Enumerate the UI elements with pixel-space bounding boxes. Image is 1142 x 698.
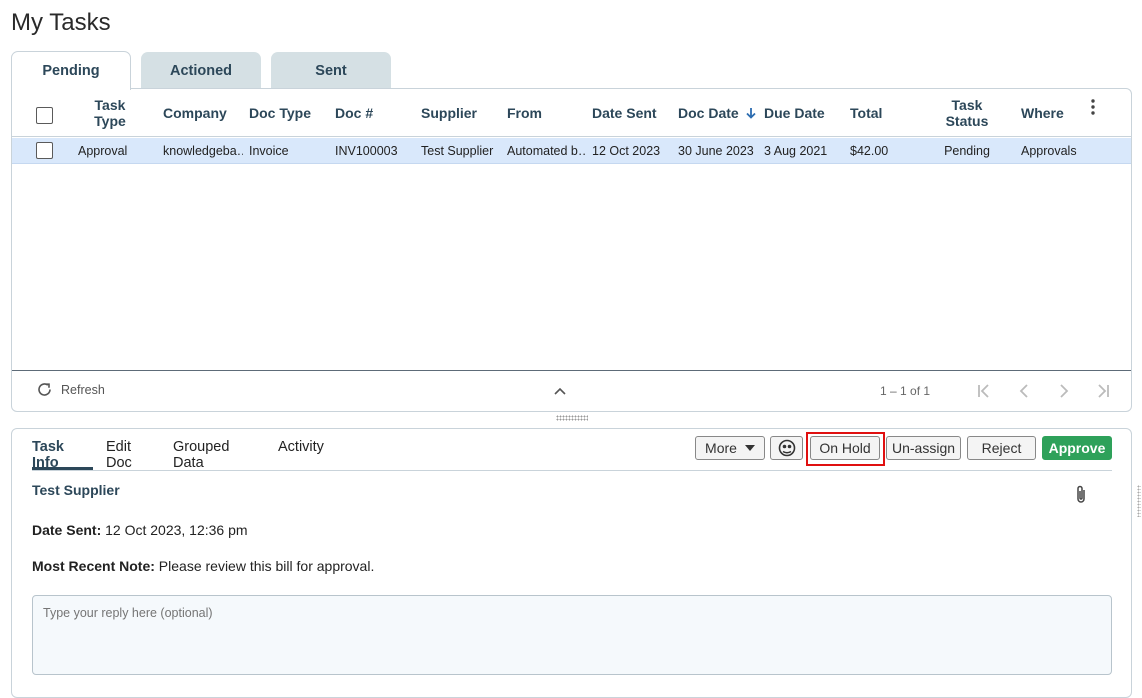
column-header-doc-num[interactable]: Doc # — [335, 89, 373, 137]
first-page-button[interactable] — [974, 381, 994, 401]
collapse-up-chevron-icon[interactable] — [553, 386, 567, 396]
next-page-button[interactable] — [1054, 381, 1074, 401]
splitter-handle[interactable] — [556, 415, 588, 421]
column-header-from[interactable]: From — [507, 89, 542, 137]
task-detail-panel: Task Info Edit Doc Grouped Data Activity… — [11, 428, 1132, 698]
supplier-name: Test Supplier — [32, 482, 120, 498]
cell-doc-num: INV100003 — [335, 144, 398, 158]
select-all-checkbox[interactable] — [36, 107, 53, 124]
refresh-label: Refresh — [61, 382, 105, 397]
reply-input[interactable] — [32, 595, 1112, 675]
cell-task-type: Approval — [78, 144, 128, 158]
column-header-task-status[interactable]: Task Status — [936, 89, 998, 137]
column-header-task-type[interactable]: Task Type — [84, 89, 136, 137]
tasks-table: Task Type Company Doc Type Doc # Supplier… — [11, 88, 1132, 412]
cell-supplier: Test Supplier — [421, 144, 494, 158]
column-header-where[interactable]: Where — [1021, 89, 1064, 137]
cell-where: Approvals — [1021, 144, 1077, 158]
more-dropdown-button[interactable]: More — [695, 436, 765, 460]
reject-button[interactable]: Reject — [967, 436, 1036, 460]
side-resize-handle[interactable] — [1137, 485, 1141, 517]
assign-user-button[interactable] — [770, 436, 803, 460]
row-checkbox[interactable] — [36, 142, 53, 159]
table-row[interactable]: Approval knowledgeba… Invoice INV100003 … — [12, 138, 1131, 164]
paperclip-icon[interactable] — [1074, 484, 1088, 506]
cell-doc-date: 30 June 2023 — [678, 144, 754, 158]
refresh-icon — [38, 383, 51, 396]
column-header-supplier[interactable]: Supplier — [421, 89, 477, 137]
table-header: Task Type Company Doc Type Doc # Supplier… — [12, 89, 1131, 137]
tab-actioned[interactable]: Actioned — [141, 52, 261, 89]
more-label: More — [705, 440, 737, 456]
column-menu-icon[interactable] — [1088, 98, 1098, 116]
approve-button[interactable]: Approve — [1042, 436, 1112, 460]
date-sent-label: Date Sent: — [32, 522, 102, 538]
user-face-icon — [778, 439, 795, 457]
page-title: My Tasks — [11, 9, 111, 36]
unassign-button[interactable]: Un-assign — [886, 436, 961, 460]
column-header-company[interactable]: Company — [163, 89, 227, 137]
cell-doc-type: Invoice — [249, 144, 289, 158]
refresh-button[interactable]: Refresh — [36, 381, 105, 398]
pager-range: 1 – 1 of 1 — [880, 384, 931, 398]
cell-task-status: Pending — [944, 144, 990, 158]
recent-note-label: Most Recent Note: — [32, 558, 155, 574]
last-page-button[interactable] — [1093, 381, 1113, 401]
column-header-total[interactable]: Total — [850, 89, 882, 137]
column-header-doc-date[interactable]: Doc Date — [678, 89, 758, 137]
subtab-divider — [32, 470, 1112, 471]
cell-from: Automated b… — [507, 144, 587, 158]
cell-company: knowledgeba… — [163, 144, 243, 158]
recent-note-line: Most Recent Note: Please review this bil… — [32, 558, 374, 574]
chevron-right-icon — [1060, 384, 1069, 398]
cell-total: $42.00 — [850, 144, 889, 158]
task-actions: More On Hold Un-assign Reject Approve — [12, 436, 1131, 460]
previous-page-button[interactable] — [1014, 381, 1034, 401]
on-hold-button[interactable]: On Hold — [810, 436, 880, 460]
table-footer: Refresh 1 – 1 of 1 — [12, 370, 1131, 412]
caret-down-icon — [744, 445, 755, 451]
tab-sent[interactable]: Sent — [271, 52, 391, 89]
tab-pending[interactable]: Pending — [11, 51, 131, 90]
recent-note-value: Please review this bill for approval. — [158, 558, 375, 574]
chevron-left-icon — [1019, 384, 1028, 398]
date-sent-line: Date Sent: 12 Oct 2023, 12:36 pm — [32, 522, 248, 538]
column-header-due-date[interactable]: Due Date — [764, 89, 825, 137]
column-header-doc-type[interactable]: Doc Type — [249, 89, 311, 137]
first-page-icon — [978, 384, 989, 398]
cell-due-date: 3 Aug 2021 — [764, 144, 828, 158]
date-sent-value: 12 Oct 2023, 12:36 pm — [105, 522, 248, 538]
cell-date-sent: 12 Oct 2023 — [592, 144, 661, 158]
last-page-icon — [1098, 384, 1109, 398]
sort-down-arrow-icon — [746, 108, 756, 119]
column-header-date-sent[interactable]: Date Sent — [592, 89, 657, 137]
